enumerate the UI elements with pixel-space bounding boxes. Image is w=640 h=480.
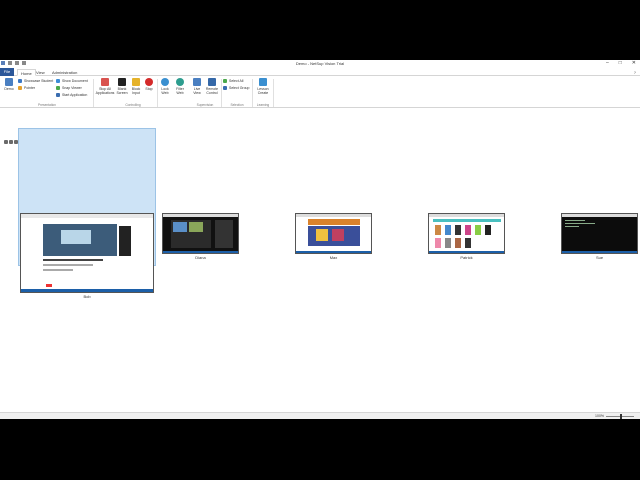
close-icon[interactable]: ✕ [632, 60, 636, 66]
select-group-button[interactable]: Select Group [223, 86, 249, 90]
window-title: Demo - NetSup Vision Trial [295, 61, 345, 66]
app-window: Demo - NetSup Vision Trial – □ ✕ File Ho… [0, 60, 640, 419]
group-label-learning: Learning [256, 103, 270, 107]
start-application-button[interactable]: Start Application [56, 93, 87, 97]
select-all-icon [223, 79, 227, 83]
lesson-create-button[interactable]: Lesson Create [254, 78, 272, 95]
lock-web-button[interactable]: Lock Web [159, 78, 171, 95]
stop-button[interactable]: Stop [144, 78, 154, 91]
group-divider [157, 79, 158, 107]
stop-apps-icon [101, 78, 109, 86]
demo-button[interactable]: Demo [2, 78, 16, 91]
student-grid: Bob Diana Max Patrick Sue [0, 109, 640, 412]
pointer-icon [18, 86, 22, 90]
stop-all-applications-button[interactable]: Stop All Applications [95, 78, 115, 95]
student-thumbnail-sue[interactable] [561, 213, 638, 254]
live-view-icon [193, 78, 201, 86]
chat-icon[interactable] [9, 140, 13, 144]
blank-screen-icon [118, 78, 126, 86]
stop-icon [145, 78, 153, 86]
zoom-level: 100% [595, 414, 604, 418]
remote-control-button[interactable]: Remote Control [204, 78, 220, 95]
showcase-icon [18, 79, 22, 83]
snap-viewer-button[interactable]: Snap Viewer [56, 86, 82, 90]
block-input-button[interactable]: Block Input [129, 78, 143, 95]
student-name-label: Diana [195, 255, 206, 260]
zoom-slider-handle[interactable] [620, 414, 622, 419]
remote-control-icon [208, 78, 216, 86]
group-label-controlling: Controlling [125, 103, 141, 107]
group-divider [93, 79, 94, 107]
select-group-icon [223, 86, 227, 90]
status-bar: 100% [0, 412, 640, 419]
student-thumbnail-patrick[interactable] [428, 213, 505, 254]
ribbon-tabs: File Home View Administration ? [0, 68, 640, 76]
snap-icon [56, 86, 60, 90]
group-label-presentation: Presentation [38, 103, 56, 107]
document-icon [56, 79, 60, 83]
lesson-icon [259, 78, 267, 86]
select-all-button[interactable]: Select All [223, 79, 243, 83]
title-bar: Demo - NetSup Vision Trial – □ ✕ [0, 60, 640, 68]
student-name-label: Bob [83, 294, 91, 299]
live-view-button[interactable]: Live View [191, 78, 203, 95]
showcase-student-button[interactable]: Showcase Student [18, 79, 53, 83]
show-document-button[interactable]: Show Document [56, 79, 88, 83]
ribbon: Demo Showcase Student Pointer Show Docum… [0, 76, 640, 108]
maximize-icon[interactable]: □ [619, 60, 622, 66]
filter-web-button[interactable]: Filter Web [174, 78, 186, 95]
group-label-selection: Selection [230, 103, 244, 107]
pointer-button[interactable]: Pointer [18, 86, 35, 90]
student-thumbnail-diana[interactable] [162, 213, 239, 254]
view-icon[interactable] [4, 140, 8, 144]
application-icon [56, 93, 60, 97]
globe-lock-icon [161, 78, 169, 86]
tab-administration[interactable]: Administration [49, 69, 80, 76]
student-thumbnail-max[interactable] [295, 213, 372, 254]
tab-view[interactable]: View [33, 69, 48, 76]
blank-screen-button[interactable]: Blank Screen [115, 78, 129, 95]
group-divider [273, 79, 274, 107]
block-input-icon [132, 78, 140, 86]
student-name-label: Patrick [460, 255, 473, 260]
globe-filter-icon [176, 78, 184, 86]
help-icon[interactable]: ? [634, 70, 636, 75]
student-name-label: Sue [595, 255, 604, 260]
minimize-icon[interactable]: – [606, 60, 609, 66]
monitor-icon [5, 78, 13, 86]
tab-file[interactable]: File [0, 68, 14, 76]
student-thumbnail-bob[interactable] [20, 213, 154, 293]
student-name-label: Max [329, 255, 338, 260]
